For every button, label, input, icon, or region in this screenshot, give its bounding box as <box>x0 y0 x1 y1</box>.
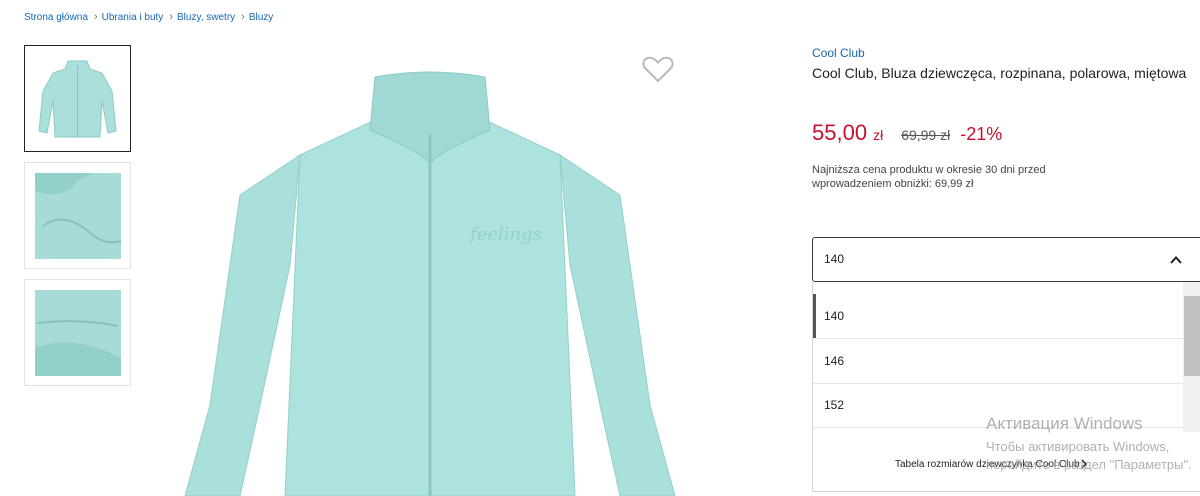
breadcrumb-home[interactable]: Strona główna <box>24 12 88 23</box>
thumbnail-3[interactable] <box>24 279 131 386</box>
thumbnail-1[interactable] <box>24 45 131 152</box>
size-option-label: 140 <box>824 309 845 323</box>
breadcrumb: Strona główna › Ubrania i buty › Bluzy, … <box>24 11 273 23</box>
size-option-140[interactable]: 140 <box>813 294 1183 339</box>
current-price: 55,00 <box>812 120 868 145</box>
breadcrumb-separator-icon: › <box>241 11 245 23</box>
fleece-jacket-thumbnail-image <box>38 60 117 138</box>
windows-activation-title: Активация Windows <box>986 414 1143 433</box>
breadcrumb-separator-icon: › <box>93 11 98 23</box>
breadcrumb-separator-icon: › <box>169 11 173 23</box>
price-currency: zł <box>873 127 884 143</box>
size-option-label: 146 <box>824 354 845 368</box>
fleece-jacket-image: feelings <box>184 71 676 496</box>
windows-activation-line: перейдите в раздел "Параметры". <box>986 457 1192 472</box>
heart-outline-icon[interactable] <box>642 55 674 83</box>
size-select-value: 140 <box>824 252 845 266</box>
lowest-price-note: Najniższa cena produktu w okresie 30 dni… <box>812 164 1046 190</box>
product-title: Cool Club, Bluza dziewczęca, rozpinana, … <box>812 65 1187 81</box>
size-option-146[interactable]: 146 <box>813 339 1183 384</box>
size-select[interactable]: 140 <box>812 237 1200 282</box>
breadcrumb-clothes[interactable]: Ubrania i buty <box>102 12 164 23</box>
windows-activation-text: Чтобы активировать Windows, перейдите в … <box>986 438 1200 474</box>
dropdown-scrollbar[interactable] <box>1183 282 1200 432</box>
thumbnail-2[interactable] <box>24 162 131 269</box>
discount-badge: -21% <box>960 124 1003 144</box>
price-block: 55,00 zł 69,99 zł -21% <box>812 120 1002 146</box>
scrollbar-thumb[interactable] <box>1184 296 1200 376</box>
chevron-up-icon[interactable] <box>1168 252 1184 268</box>
breadcrumb-sweaters[interactable]: Bluzy, swetry <box>177 12 235 23</box>
main-product-image[interactable]: feelings <box>180 45 680 496</box>
size-option-label: 152 <box>824 398 845 412</box>
windows-activation-line: Чтобы активировать Windows, <box>986 439 1170 454</box>
old-price: 69,99 zł <box>901 127 951 143</box>
fleece-detail-thumbnail-image <box>34 172 121 259</box>
svg-text:feelings: feelings <box>468 224 542 245</box>
fleece-hem-thumbnail-image <box>34 289 121 376</box>
breadcrumb-hoodies[interactable]: Bluzy <box>249 12 273 23</box>
brand-link[interactable]: Cool Club <box>812 46 865 60</box>
